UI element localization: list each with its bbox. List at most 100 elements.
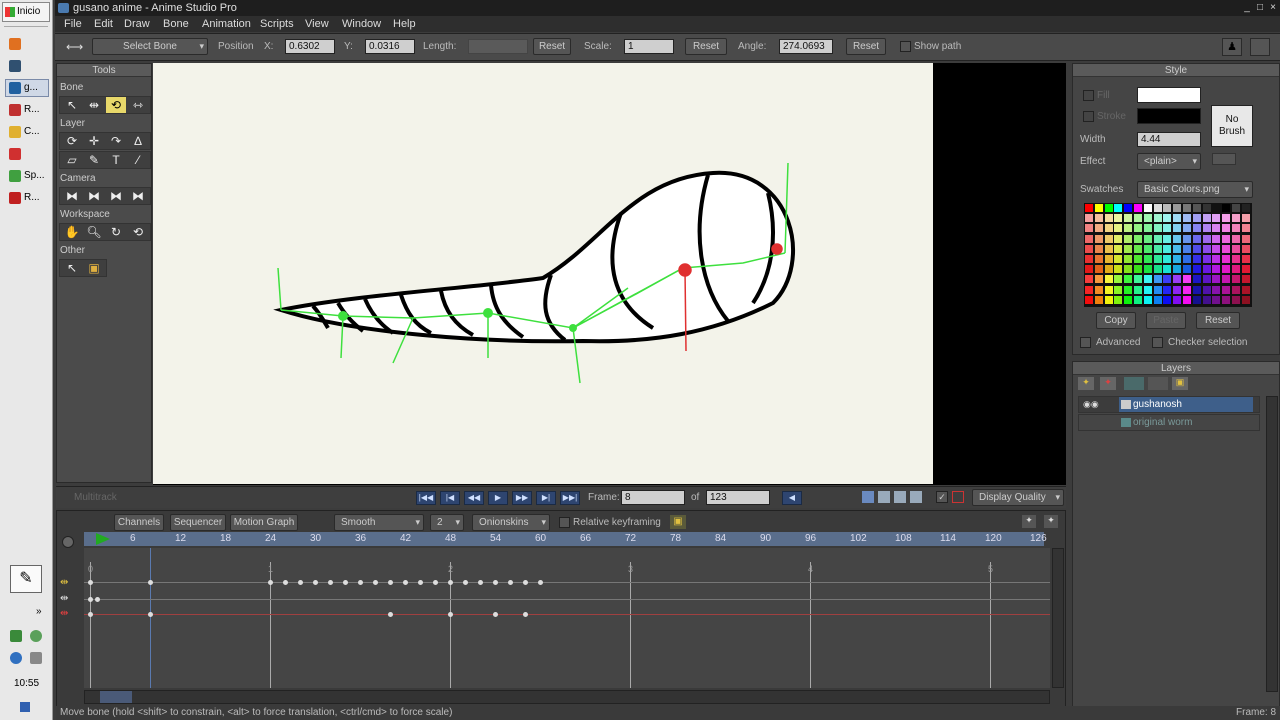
palette-swatch[interactable]: [1134, 244, 1142, 253]
work-canvas[interactable]: [153, 63, 933, 484]
palette-swatch[interactable]: [1153, 285, 1162, 294]
select-bone-tool-icon[interactable]: ↖: [62, 97, 82, 113]
palette-swatch[interactable]: [1241, 255, 1250, 263]
palette-swatch[interactable]: [1094, 255, 1103, 263]
palette-swatch[interactable]: [1085, 224, 1093, 233]
palette-swatch[interactable]: [1183, 255, 1191, 263]
layers-v-scrollbar[interactable]: [1266, 396, 1278, 692]
keyframe[interactable]: [418, 580, 423, 585]
duplicate-layer-icon[interactable]: [1124, 377, 1144, 390]
palette-swatch[interactable]: [1202, 214, 1211, 223]
palette-swatch[interactable]: [1163, 204, 1172, 212]
taskbar-item[interactable]: [5, 35, 49, 53]
palette-swatch[interactable]: [1163, 214, 1172, 223]
palette-swatch[interactable]: [1183, 214, 1191, 223]
keyframe[interactable]: [313, 580, 318, 585]
palette-swatch[interactable]: [1173, 234, 1182, 243]
tray-expand-icon[interactable]: »: [36, 606, 42, 617]
onionskins-dropdown[interactable]: Onionskins: [472, 514, 550, 531]
palette-swatch[interactable]: [1232, 234, 1240, 243]
display-quality-dropdown[interactable]: Display Quality: [972, 489, 1064, 506]
palette-swatch[interactable]: [1241, 244, 1250, 253]
palette-swatch[interactable]: [1202, 234, 1211, 243]
camera-zoom-icon[interactable]: ⧓: [84, 188, 104, 204]
swatches-dropdown[interactable]: Basic Colors.png: [1137, 181, 1253, 198]
palette-swatch[interactable]: [1202, 255, 1211, 263]
palette-swatch[interactable]: [1241, 285, 1250, 294]
palette-swatch[interactable]: [1192, 234, 1201, 243]
camera-pan-icon[interactable]: ⧓: [128, 188, 148, 204]
palette-swatch[interactable]: [1183, 234, 1191, 243]
palette-swatch[interactable]: [1094, 285, 1103, 294]
timeline-scroll-thumb[interactable]: [100, 691, 132, 703]
palette-swatch[interactable]: [1183, 295, 1191, 304]
reset-scale-button[interactable]: Reset: [685, 38, 727, 55]
palette-swatch[interactable]: [1232, 204, 1240, 212]
tray-volume-icon[interactable]: [30, 652, 42, 664]
palette-swatch[interactable]: [1202, 295, 1211, 304]
palette-swatch[interactable]: [1114, 244, 1123, 253]
palette-swatch[interactable]: [1143, 265, 1152, 274]
palette-swatch[interactable]: [1085, 265, 1093, 274]
character-icon[interactable]: ♟: [1222, 38, 1242, 56]
layer-visibility-icon[interactable]: ◉◉: [1083, 399, 1099, 411]
palette-swatch[interactable]: [1241, 204, 1250, 212]
color-palette[interactable]: [1084, 203, 1252, 307]
keyframe[interactable]: [88, 597, 93, 602]
tray-globe-icon[interactable]: [10, 652, 22, 664]
palette-swatch[interactable]: [1222, 275, 1231, 284]
keyframe[interactable]: [433, 580, 438, 585]
keyframe[interactable]: [538, 580, 543, 585]
palette-swatch[interactable]: [1134, 234, 1142, 243]
palette-swatch[interactable]: [1241, 265, 1250, 274]
menu-animation[interactable]: Animation: [202, 16, 251, 32]
keyframe[interactable]: [448, 580, 453, 585]
timeline-settings-icon[interactable]: ✦: [1022, 515, 1036, 528]
layout-split-icon[interactable]: [878, 491, 890, 503]
menu-edit[interactable]: Edit: [94, 16, 113, 32]
keyframe[interactable]: [328, 580, 333, 585]
palette-swatch[interactable]: [1104, 214, 1113, 223]
palette-swatch[interactable]: [1124, 295, 1133, 304]
lock-icon[interactable]: ▣: [670, 515, 686, 529]
palette-swatch[interactable]: [1153, 204, 1162, 212]
palette-swatch[interactable]: [1212, 255, 1221, 263]
palette-swatch[interactable]: [1143, 244, 1152, 253]
show-desktop-icon[interactable]: [20, 702, 30, 712]
keyframe[interactable]: [523, 612, 528, 617]
palette-swatch[interactable]: [1114, 214, 1123, 223]
palette-swatch[interactable]: [1085, 295, 1093, 304]
palette-swatch[interactable]: [1104, 255, 1113, 263]
palette-swatch[interactable]: [1104, 265, 1113, 274]
switch-layer-tool-icon[interactable]: ∆: [128, 133, 148, 149]
palette-swatch[interactable]: [1232, 285, 1240, 294]
palette-swatch[interactable]: [1153, 265, 1162, 274]
palette-swatch[interactable]: [1183, 275, 1191, 284]
group-layer-icon[interactable]: ▣: [1172, 377, 1188, 390]
palette-swatch[interactable]: [1094, 204, 1103, 212]
palette-swatch[interactable]: [1134, 265, 1142, 274]
palette-swatch[interactable]: [1192, 214, 1201, 223]
keyframe[interactable]: [493, 580, 498, 585]
translate-bone-tool-icon[interactable]: ⇹: [84, 97, 104, 113]
reset-position-button[interactable]: Reset: [533, 38, 571, 55]
palette-swatch[interactable]: [1192, 244, 1201, 253]
eyedropper-tool-icon[interactable]: ⁄: [128, 152, 148, 168]
palette-swatch[interactable]: [1192, 224, 1201, 233]
palette-swatch[interactable]: [1094, 275, 1103, 284]
palette-swatch[interactable]: [1192, 295, 1201, 304]
taskbar-item[interactable]: R...: [5, 189, 49, 207]
scale-bone-tool-icon[interactable]: ⇿: [128, 97, 148, 113]
palette-swatch[interactable]: [1222, 295, 1231, 304]
layout-grid-icon[interactable]: [910, 491, 922, 503]
translate-layer-tool-icon[interactable]: ✛: [84, 133, 104, 149]
reset-style-button[interactable]: Reset: [1196, 312, 1240, 329]
palette-swatch[interactable]: [1085, 214, 1093, 223]
stroke-color-swatch[interactable]: [1137, 108, 1201, 124]
palette-swatch[interactable]: [1222, 265, 1231, 274]
keyframe[interactable]: [448, 612, 453, 617]
palette-swatch[interactable]: [1202, 244, 1211, 253]
play-button[interactable]: ▶: [488, 491, 508, 505]
palette-swatch[interactable]: [1183, 224, 1191, 233]
advanced-checkbox[interactable]: [1080, 337, 1091, 348]
